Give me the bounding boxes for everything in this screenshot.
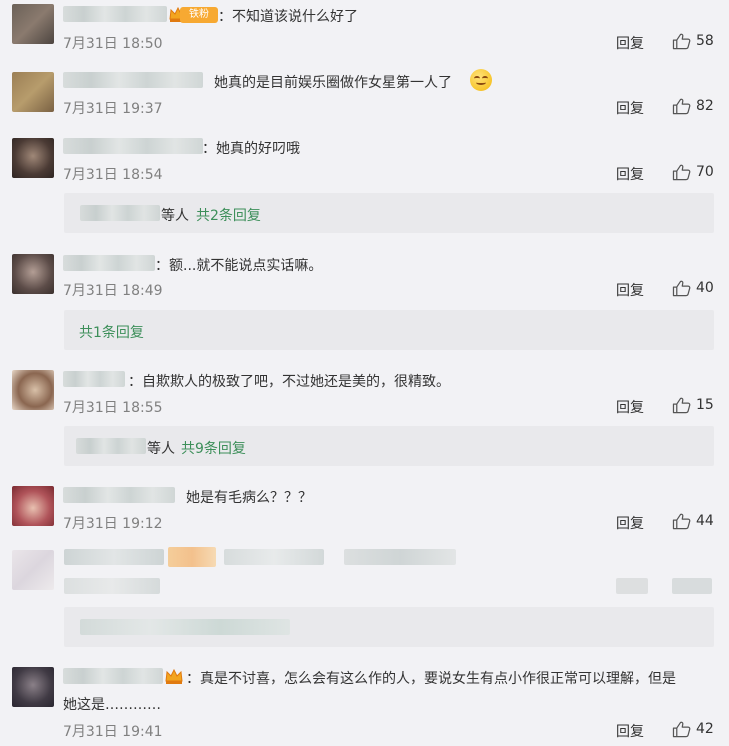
comment-time: 7月31日 18:54: [63, 167, 163, 183]
fan-badge: 铁粉: [180, 7, 218, 23]
comment-time: 7月31日 19:12: [63, 516, 163, 532]
avatar[interactable]: [12, 370, 54, 410]
comment-time: 7月31日 19:37: [63, 101, 163, 117]
comment-text: ：额...就不能说点实话嘛。: [155, 258, 323, 274]
comment-text: ：她真的好叼哦: [202, 141, 300, 157]
like-count: 44: [696, 513, 714, 529]
avatar[interactable]: [12, 667, 54, 707]
comment-text: ：自欺欺人的极致了吧，不过她还是美的，很精致。: [128, 374, 450, 390]
avatar[interactable]: [12, 72, 54, 112]
subreply-people: 等人: [147, 441, 175, 457]
crown-icon: [164, 667, 184, 685]
blurred-content: [168, 547, 216, 567]
username-blurred[interactable]: [63, 668, 163, 684]
like-count: 15: [696, 397, 714, 413]
thumbs-up-icon[interactable]: [672, 721, 691, 738]
comment-text-line2: 她这是…………: [63, 697, 161, 713]
username-blurred[interactable]: [63, 6, 167, 22]
comment-time: 7月31日 18:50: [63, 36, 163, 52]
avatar[interactable]: [12, 254, 54, 294]
comment-text: 她是有毛病么？？？: [186, 490, 312, 506]
subreply-box[interactable]: 等人 共9条回复: [64, 426, 714, 466]
comment-text: ：不知道该说什么好了: [218, 9, 358, 25]
like-count: 40: [696, 280, 714, 296]
subreply-users-blurred: [76, 438, 146, 454]
username-blurred[interactable]: [63, 487, 175, 503]
thumbs-up-icon[interactable]: [672, 397, 691, 414]
username-blurred[interactable]: [63, 138, 203, 154]
thumbs-up-icon[interactable]: [672, 98, 691, 115]
blurred-content: [344, 549, 456, 565]
subreply-box[interactable]: 共1条回复: [64, 310, 714, 350]
subreply-users-blurred: [80, 205, 160, 221]
avatar[interactable]: [12, 550, 54, 590]
username-blurred[interactable]: [63, 255, 155, 271]
comment-time: 7月31日 18:49: [63, 283, 163, 299]
avatar[interactable]: [12, 4, 54, 44]
blurred-content: [64, 549, 164, 565]
subreply-box[interactable]: 等人 共2条回复: [64, 193, 714, 233]
blurred-content: [224, 549, 324, 565]
thumbs-up-icon[interactable]: [672, 164, 691, 181]
reply-button[interactable]: 回复: [616, 513, 644, 533]
subreply-box[interactable]: [64, 607, 714, 647]
subreply-count-link[interactable]: 共9条回复: [181, 438, 246, 458]
avatar[interactable]: [12, 486, 54, 526]
blurred-content: [616, 578, 648, 594]
smile-emoji-icon: [470, 69, 492, 91]
thumbs-up-icon[interactable]: [672, 513, 691, 530]
username-blurred[interactable]: [63, 371, 125, 387]
like-count: 58: [696, 33, 714, 49]
thumbs-up-icon[interactable]: [672, 33, 691, 50]
reply-button[interactable]: 回复: [616, 164, 644, 184]
blurred-content: [80, 619, 290, 635]
subreply-count-link[interactable]: 共1条回复: [79, 322, 144, 342]
avatar[interactable]: [12, 138, 54, 178]
like-count: 82: [696, 98, 714, 114]
comment-text-line1: ：真是不讨喜，怎么会有这么作的人，要说女生有点小作很正常可以理解，但是: [186, 671, 676, 687]
comment-time: 7月31日 19:41: [63, 724, 163, 740]
username-blurred[interactable]: [63, 72, 203, 88]
reply-button[interactable]: 回复: [616, 280, 644, 300]
like-count: 42: [696, 721, 714, 737]
reply-button[interactable]: 回复: [616, 33, 644, 53]
subreply-people: 等人: [161, 208, 189, 224]
comment-time: 7月31日 18:55: [63, 400, 163, 416]
blurred-content: [64, 578, 160, 594]
reply-button[interactable]: 回复: [616, 397, 644, 417]
thumbs-up-icon[interactable]: [672, 280, 691, 297]
comment-text: 她真的是目前娱乐圈做作女星第一人了: [214, 75, 452, 91]
subreply-count-link[interactable]: 共2条回复: [196, 205, 261, 225]
blurred-content: [672, 578, 712, 594]
reply-button[interactable]: 回复: [616, 721, 644, 741]
reply-button[interactable]: 回复: [616, 98, 644, 118]
like-count: 70: [696, 164, 714, 180]
